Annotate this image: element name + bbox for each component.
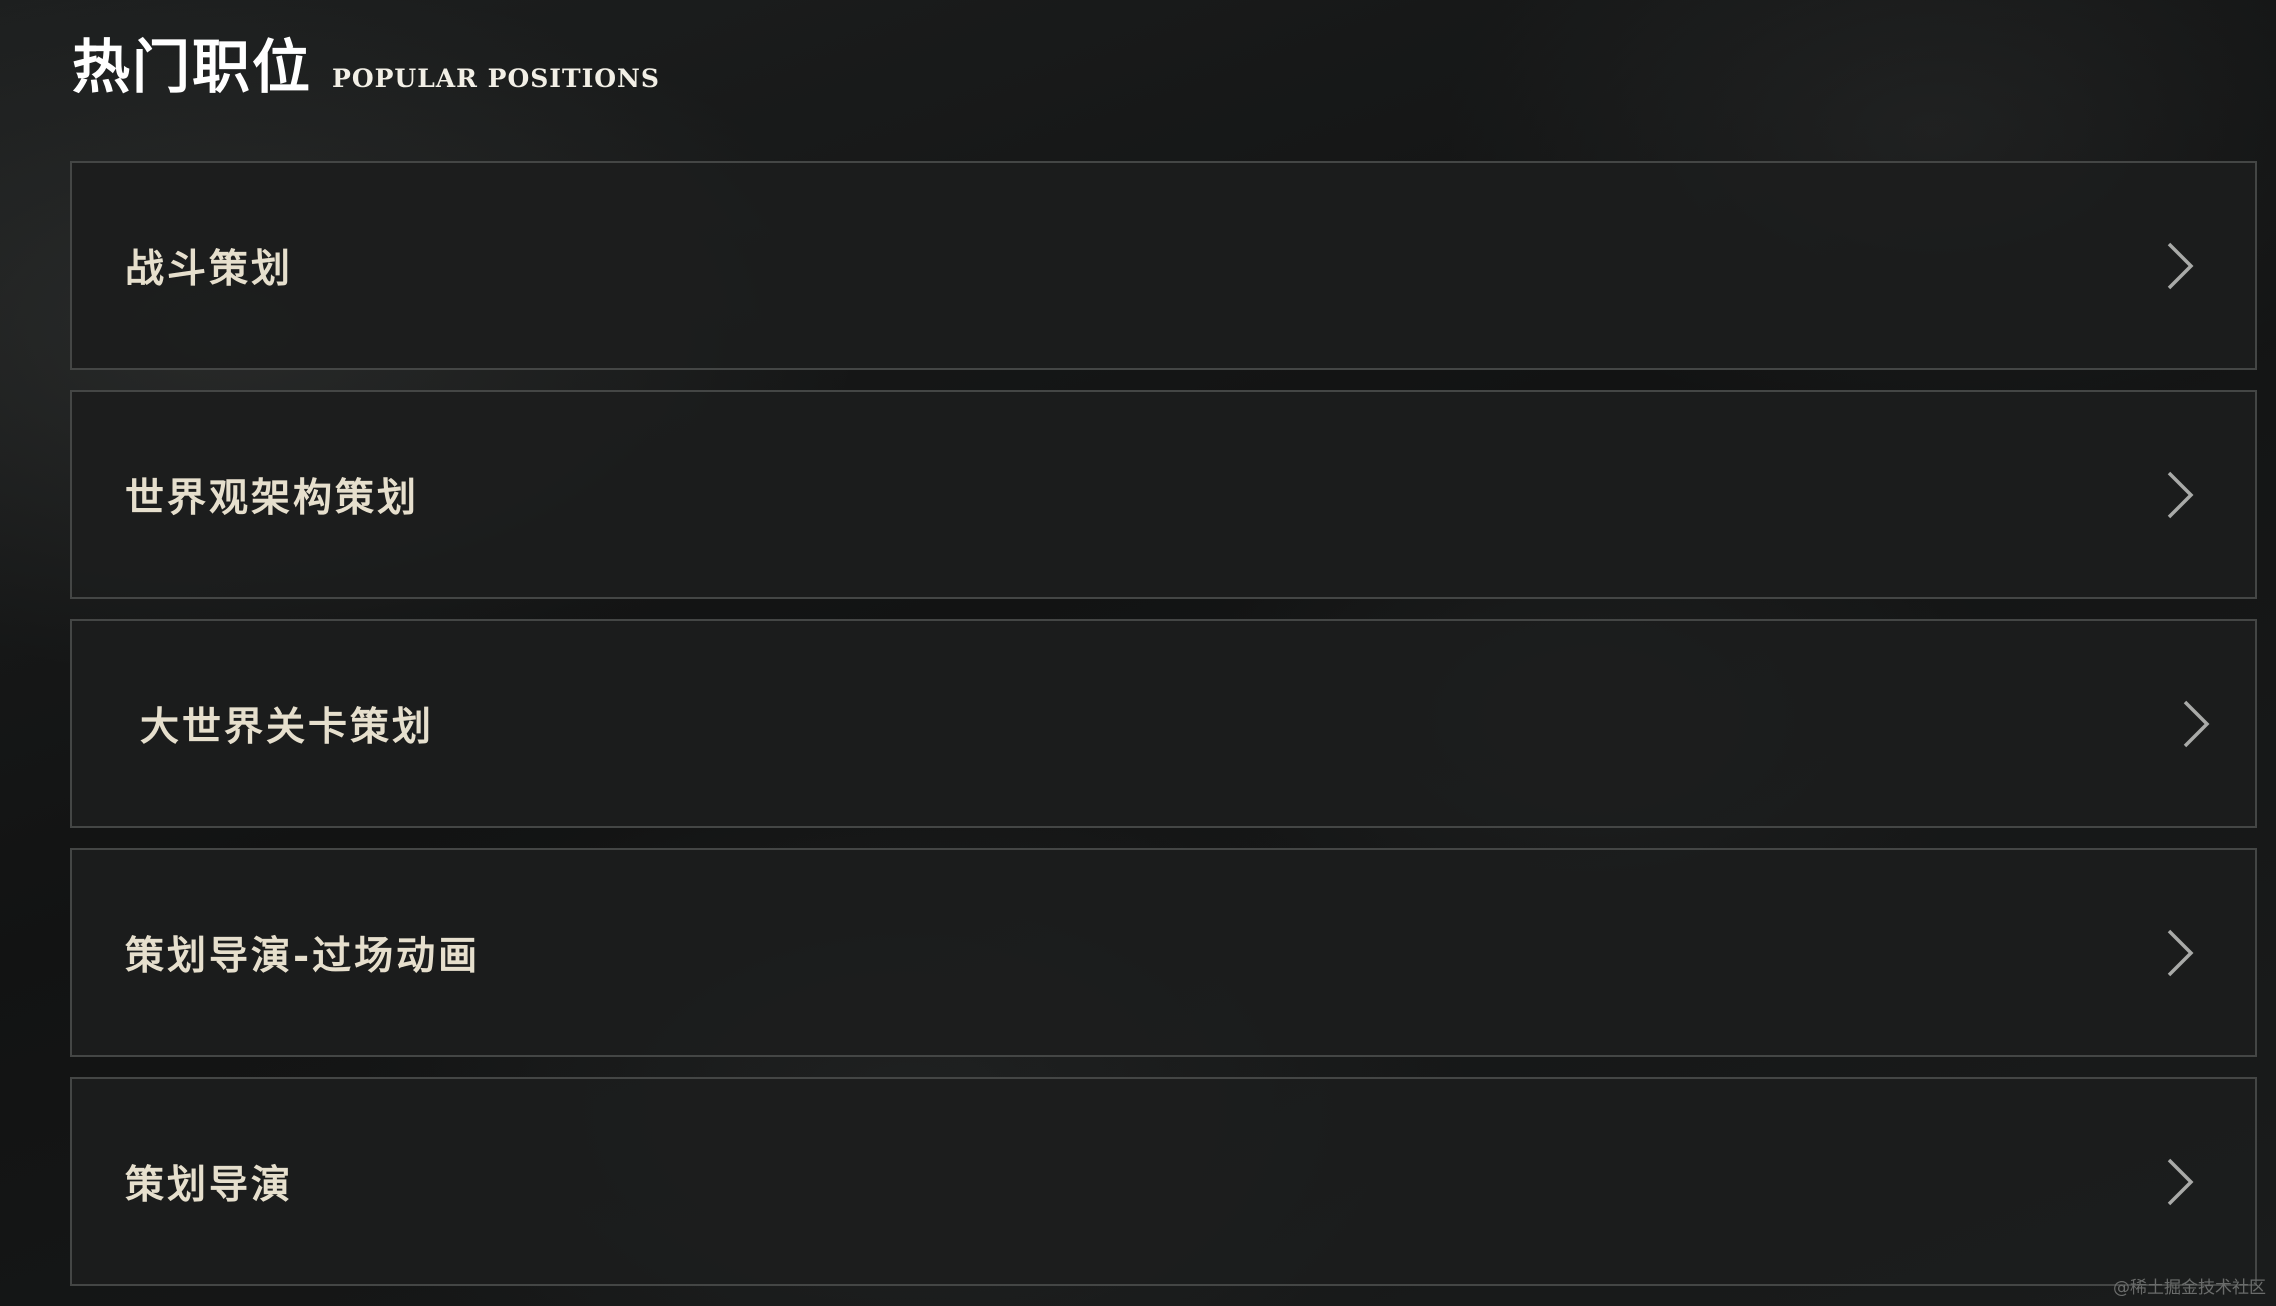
position-label: 战斗策划	[125, 245, 294, 292]
watermark: @稀土掘金技术社区	[2113, 1278, 2266, 1298]
page-title: 热门职位	[72, 33, 313, 101]
section-header: 热门职位 POPULAR POSITIONS	[72, 38, 660, 96]
position-label: 世界观架构策划	[125, 474, 420, 521]
position-row-open-world-level-design[interactable]: 大世界关卡策划	[70, 619, 2257, 828]
positions-list: 战斗策划 世界观架构策划 大世界关卡策划 策划导演-过场动画 策划导演	[70, 161, 2257, 1286]
position-row-combat-design[interactable]: 战斗策划	[70, 161, 2257, 370]
position-row-design-director[interactable]: 策划导演	[70, 1077, 2257, 1286]
position-row-cutscene-director[interactable]: 策划导演-过场动画	[70, 848, 2257, 1057]
page-subtitle: POPULAR POSITIONS	[332, 64, 660, 93]
position-label: 策划导演	[125, 1161, 294, 1208]
chevron-right-icon	[2167, 1158, 2194, 1205]
position-label: 策划导演-过场动画	[125, 932, 481, 979]
chevron-right-icon	[2167, 242, 2194, 289]
chevron-right-icon	[2183, 700, 2210, 747]
chevron-right-icon	[2167, 929, 2194, 976]
position-label: 大世界关卡策划	[140, 703, 435, 750]
position-row-worldview-design[interactable]: 世界观架构策划	[70, 390, 2257, 599]
chevron-right-icon	[2167, 471, 2194, 518]
